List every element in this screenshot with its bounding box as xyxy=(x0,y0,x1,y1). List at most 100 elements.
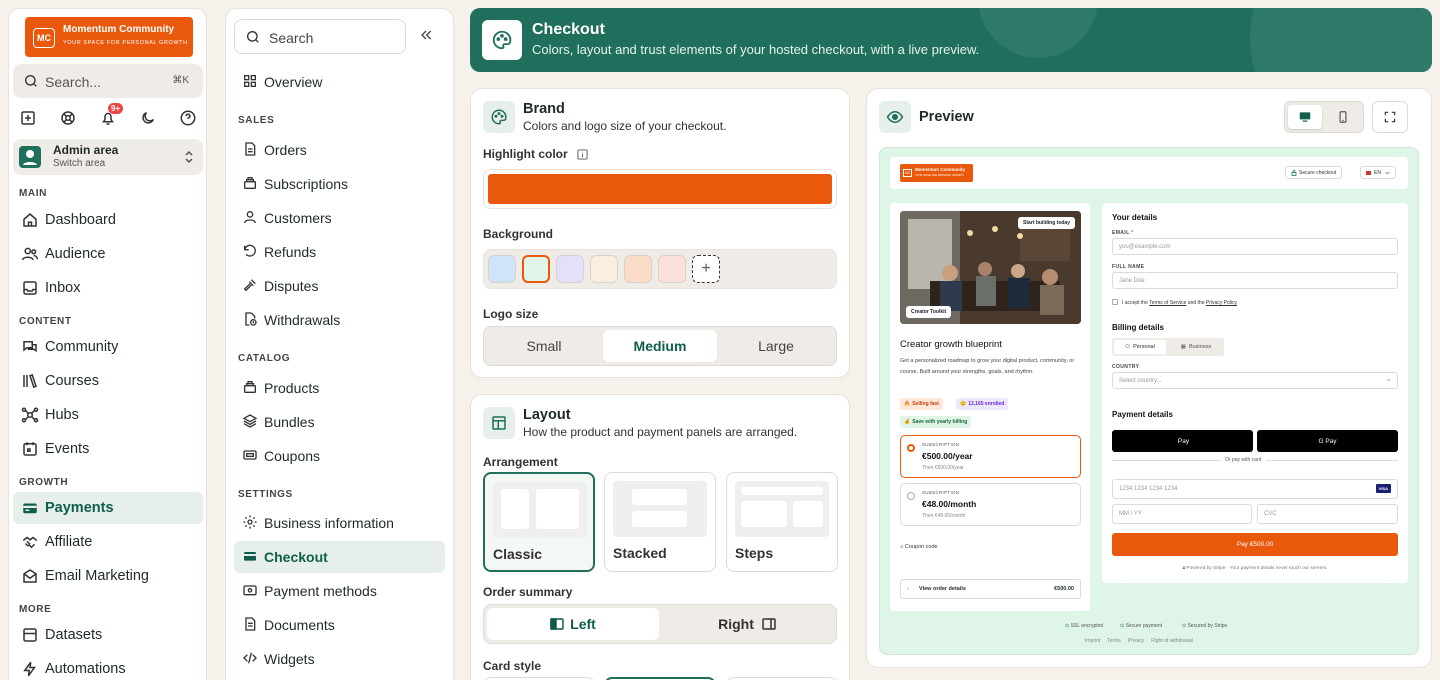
info-icon[interactable] xyxy=(577,149,588,160)
order-summary-right[interactable]: Right xyxy=(661,608,833,640)
subnav-item-bundles[interactable]: Bundles xyxy=(234,406,445,438)
moon-icon[interactable] xyxy=(139,109,159,129)
highlight-color-swatch[interactable] xyxy=(488,174,832,204)
country-select[interactable]: Select country... xyxy=(1112,372,1398,389)
subnav-item-subscriptions[interactable]: Subscriptions xyxy=(234,168,445,200)
pay-button[interactable]: Pay €500.00 xyxy=(1112,533,1398,556)
smile-icon: 😊 xyxy=(960,401,967,407)
billing-business[interactable]: ▦ Business xyxy=(1170,340,1222,354)
panel-left-icon xyxy=(550,618,564,630)
sidebar-item-audience[interactable]: Audience xyxy=(13,238,203,270)
sidebar-item-events[interactable]: Events xyxy=(13,433,203,465)
sidebar-item-courses[interactable]: Courses xyxy=(13,365,203,397)
full-name-field[interactable]: Jane Doe xyxy=(1112,272,1398,289)
terms-checkbox-row[interactable]: I accept the Terms of Service and the Pr… xyxy=(1112,299,1237,306)
billing-details-title: Billing details xyxy=(1112,323,1165,332)
logo-size-large[interactable]: Large xyxy=(719,330,833,362)
checkbox-icon[interactable] xyxy=(1112,299,1118,305)
terms-link[interactable]: Terms of Service xyxy=(1149,300,1186,306)
email-field[interactable]: you@example.com xyxy=(1112,238,1398,255)
add-swatch-icon[interactable]: + xyxy=(692,255,720,283)
brand-tagline: YOUR SPACE FOR PERSONAL GROWTH xyxy=(63,40,188,46)
background-swatch[interactable] xyxy=(658,255,686,283)
sidebar-item-automations[interactable]: Automations xyxy=(13,653,203,680)
add-icon[interactable] xyxy=(19,109,39,129)
subnav-item-overview[interactable]: Overview xyxy=(234,66,445,98)
search-shortcut: ⌘K xyxy=(172,75,189,86)
help-circle-icon[interactable] xyxy=(59,109,79,129)
subnav-item-documents[interactable]: Documents xyxy=(234,609,445,641)
background-swatch[interactable] xyxy=(522,255,550,283)
question-icon[interactable] xyxy=(179,109,199,129)
expiry-field[interactable]: MM / YY xyxy=(1112,504,1252,524)
subnav-item-customers[interactable]: Customers xyxy=(234,202,445,234)
home-icon xyxy=(21,211,39,229)
sidebar-item-email-marketing[interactable]: Email Marketing xyxy=(13,560,203,592)
subnav-item-refunds[interactable]: Refunds xyxy=(234,236,445,268)
sidebar-item-hubs[interactable]: Hubs xyxy=(13,399,203,431)
apple-pay-button[interactable]: Pay xyxy=(1112,430,1253,452)
sidebar-item-payments[interactable]: Payments xyxy=(13,492,203,524)
subnav-item-coupons[interactable]: Coupons xyxy=(234,440,445,472)
subnav-item-payment-methods[interactable]: Payment methods xyxy=(234,575,445,607)
language-select[interactable]: EN xyxy=(1360,166,1396,179)
subnav-item-business-information[interactable]: Business information xyxy=(234,507,445,539)
sidebar-search[interactable]: Search... ⌘K xyxy=(13,64,203,98)
classic-preview xyxy=(493,482,587,538)
arrangement-classic[interactable]: Classic xyxy=(483,472,595,572)
google-pay-button[interactable]: G Pay xyxy=(1257,430,1398,452)
background-swatch[interactable] xyxy=(556,255,584,283)
arrangement-label-classic: Classic xyxy=(493,546,543,562)
sidebar-item-dashboard[interactable]: Dashboard xyxy=(13,204,203,236)
background-swatch[interactable] xyxy=(624,255,652,283)
sidebar-item-datasets[interactable]: Datasets xyxy=(13,619,203,651)
highlight-color-picker[interactable] xyxy=(483,169,837,209)
subnav-item-label: Coupons xyxy=(264,448,321,464)
subnav-item-checkout[interactable]: Checkout xyxy=(234,541,445,573)
subnav-item-label: Subscriptions xyxy=(264,176,349,192)
privacy-footer-link[interactable]: Privacy xyxy=(1128,638,1144,644)
arrangement-stacked[interactable]: Stacked xyxy=(604,472,716,572)
card-number-field[interactable]: 1234 1234 1234 1234 VISA xyxy=(1112,479,1398,499)
arrangement-steps[interactable]: Steps xyxy=(726,472,838,572)
plan-monthly[interactable]: SUBSCRIPTION €48.00/month Then €48.00/mo… xyxy=(900,483,1081,526)
subnav-item-widgets[interactable]: Widgets xyxy=(234,643,445,675)
terms-footer-link[interactable]: Terms xyxy=(1107,638,1121,644)
chat-icon xyxy=(21,338,39,356)
plan-yearly[interactable]: SUBSCRIPTION €500.00/year Then €500.00/y… xyxy=(900,435,1081,478)
order-summary-left[interactable]: Left xyxy=(487,608,659,640)
logo-size-small[interactable]: Small xyxy=(487,330,601,362)
subnav-item-withdrawals[interactable]: Withdrawals xyxy=(234,304,445,336)
subnav-item-products[interactable]: Products xyxy=(234,372,445,404)
subnav-search-input[interactable]: Search xyxy=(234,19,406,54)
subnav-item-orders[interactable]: Orders xyxy=(234,134,445,166)
brand-logo[interactable]: MC Momentum Community YOUR SPACE FOR PER… xyxy=(25,17,193,57)
order-details-toggle[interactable]: › View order details €500.00 xyxy=(900,579,1081,599)
subnav-item-label: Bundles xyxy=(264,414,315,430)
background-swatch[interactable] xyxy=(488,255,516,283)
collapse-icon[interactable] xyxy=(418,27,434,43)
subnav-item-label: Refunds xyxy=(264,244,317,260)
cvc-field[interactable]: CVC xyxy=(1257,504,1398,524)
imprint-link[interactable]: Imprint xyxy=(1085,638,1100,644)
fullscreen-icon[interactable] xyxy=(1372,101,1408,133)
secure-checkout-badge: Secure checkout xyxy=(1285,166,1343,179)
email-label: EMAIL * xyxy=(1112,230,1134,236)
preview-topbar: MC Momentum Community YOUR SPACE FOR PER… xyxy=(890,157,1408,189)
stack-icon xyxy=(242,175,258,191)
withdrawal-link[interactable]: Right of withdrawal xyxy=(1151,638,1193,644)
subnav-item-disputes[interactable]: Disputes xyxy=(234,270,445,302)
preview-logo-tagline: YOUR SPACE FOR PERSONAL GROWTH xyxy=(915,174,964,177)
sidebar-item-inbox[interactable]: Inbox xyxy=(13,272,203,304)
inbox-icon xyxy=(21,279,39,297)
desktop-icon[interactable] xyxy=(1288,105,1322,129)
mobile-icon[interactable] xyxy=(1326,105,1360,129)
area-switcher[interactable]: Admin area Switch area xyxy=(13,139,203,175)
logo-size-medium[interactable]: Medium xyxy=(603,330,717,362)
billing-personal[interactable]: ⚇ Personal xyxy=(1114,340,1166,354)
privacy-link[interactable]: Privacy Policy xyxy=(1206,300,1237,306)
coupon-code-link[interactable]: ⌂ Coupon code xyxy=(900,544,938,550)
background-swatch[interactable] xyxy=(590,255,618,283)
sidebar-item-affiliate[interactable]: Affiliate xyxy=(13,526,203,558)
sidebar-item-community[interactable]: Community xyxy=(13,331,203,363)
